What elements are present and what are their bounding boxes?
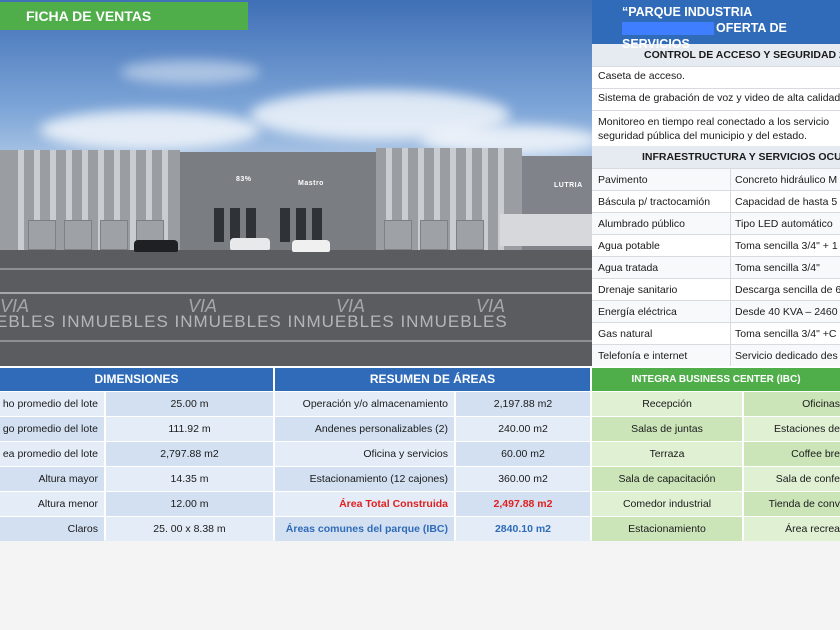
- dim-label: Altura menor: [0, 492, 104, 516]
- ficha-banner: FICHA DE VENTAS: [0, 2, 248, 30]
- dim-label: Claros: [0, 517, 104, 541]
- infra-row: Pavimento Concreto hidráulico M: [592, 168, 840, 191]
- watermark-via-1: VIA: [0, 296, 30, 316]
- infra-row: Agua tratada Toma sencilla 3/4": [592, 256, 840, 279]
- park-title: “PARQUE INDUSTRIA OFERTA DE SERVICIOS: [592, 0, 840, 51]
- dim-value: 25. 00 x 8.38 m: [106, 517, 273, 541]
- total-area-value: 2,497.88 m2: [456, 492, 590, 516]
- access-item: Caseta de acceso.: [592, 66, 840, 88]
- ibc-amenity: Estaciones de: [744, 417, 840, 441]
- area-label: Estacionamiento (12 cajones): [275, 467, 454, 491]
- ibc-amenity: Salas de juntas: [592, 417, 742, 441]
- area-value: 2,197.88 m2: [456, 392, 590, 416]
- infra-row: Agua potable Toma sencilla 3/4" + 1: [592, 234, 840, 257]
- ibc-header: INTEGRA BUSINESS CENTER (IBC): [592, 368, 840, 391]
- dim-label: go promedio del lote: [0, 417, 104, 441]
- watermark-via-2: VIA: [188, 296, 218, 316]
- access-item: Sistema de grabación de voz y video de a…: [592, 88, 840, 110]
- dimensiones-header: DIMENSIONES: [0, 368, 273, 391]
- dim-label: ho promedio del lote: [0, 392, 104, 416]
- infra-row: Drenaje sanitario Descarga sencilla de 6: [592, 278, 840, 301]
- infra-section-title: INFRAESTRUCTURA Y SERVICIOS OCULTO: [592, 146, 840, 168]
- dim-value: 25.00 m: [106, 392, 273, 416]
- total-area-label: Área Total Construida: [275, 492, 454, 516]
- sales-sheet: 83% Mastro LUTRIA EBLES INMUEBLES INMUEB…: [0, 0, 840, 541]
- ibc-amenity: Sala de capacitación: [592, 467, 742, 491]
- infra-list: Pavimento Concreto hidráulico M Báscula p…: [592, 168, 840, 366]
- ibc-amenity: Coffee bre: [744, 442, 840, 466]
- area-value: 360.00 m2: [456, 467, 590, 491]
- building-tag-2: Mastro: [298, 180, 324, 187]
- building-tag-3: LUTRIA: [554, 182, 583, 189]
- infra-row: Alumbrado público Tipo LED automático: [592, 212, 840, 235]
- redacted-name: [622, 22, 714, 36]
- common-area-value: 2840.10 m2: [456, 517, 590, 541]
- infra-row: Telefonía e internet Servicio dedicado de…: [592, 344, 840, 366]
- access-item: Monitoreo en tiempo real conectado a los…: [592, 110, 840, 146]
- infra-row: Gas natural Toma sencilla 3/4" +C: [592, 322, 840, 345]
- watermark-via-3: VIA: [336, 296, 366, 316]
- park-title-line1: “PARQUE INDUSTRIA: [622, 5, 753, 19]
- dim-label: Altura mayor: [0, 467, 104, 491]
- ibc-amenity: Área recrea: [744, 517, 840, 541]
- watermark-via-4: VIA: [476, 296, 506, 316]
- area-label: Oficina y servicios: [275, 442, 454, 466]
- infra-row: Báscula p/ tractocamión Capacidad de hast…: [592, 190, 840, 213]
- building-photo: 83% Mastro LUTRIA EBLES INMUEBLES INMUEB…: [0, 0, 592, 366]
- infra-row: Energía eléctrica Desde 40 KVA – 2460: [592, 300, 840, 323]
- ibc-amenity: Oficinas: [744, 392, 840, 416]
- area-value: 240.00 m2: [456, 417, 590, 441]
- building-tag-1: 83%: [236, 176, 252, 183]
- area-value: 60.00 m2: [456, 442, 590, 466]
- ibc-amenity: Estacionamiento: [592, 517, 742, 541]
- dim-value: 111.92 m: [106, 417, 273, 441]
- park-services-panel: “PARQUE INDUSTRIA OFERTA DE SERVICIOS CO…: [592, 0, 840, 366]
- area-label: Operación y/o almacenamiento: [275, 392, 454, 416]
- dim-value: 12.00 m: [106, 492, 273, 516]
- area-label: Andenes personalizables (2): [275, 417, 454, 441]
- dim-value: 2,797.88 m2: [106, 442, 273, 466]
- ibc-amenity: Sala de confe: [744, 467, 840, 491]
- ibc-amenity: Terraza: [592, 442, 742, 466]
- dim-value: 14.35 m: [106, 467, 273, 491]
- ibc-amenity: Tienda de conv: [744, 492, 840, 516]
- ibc-amenity: Comedor industrial: [592, 492, 742, 516]
- common-area-label: Áreas comunes del parque (IBC): [275, 517, 454, 541]
- resumen-header: RESUMEN DE ÁREAS: [275, 368, 590, 391]
- dim-label: ea promedio del lote: [0, 442, 104, 466]
- ibc-amenity: Recepción: [592, 392, 742, 416]
